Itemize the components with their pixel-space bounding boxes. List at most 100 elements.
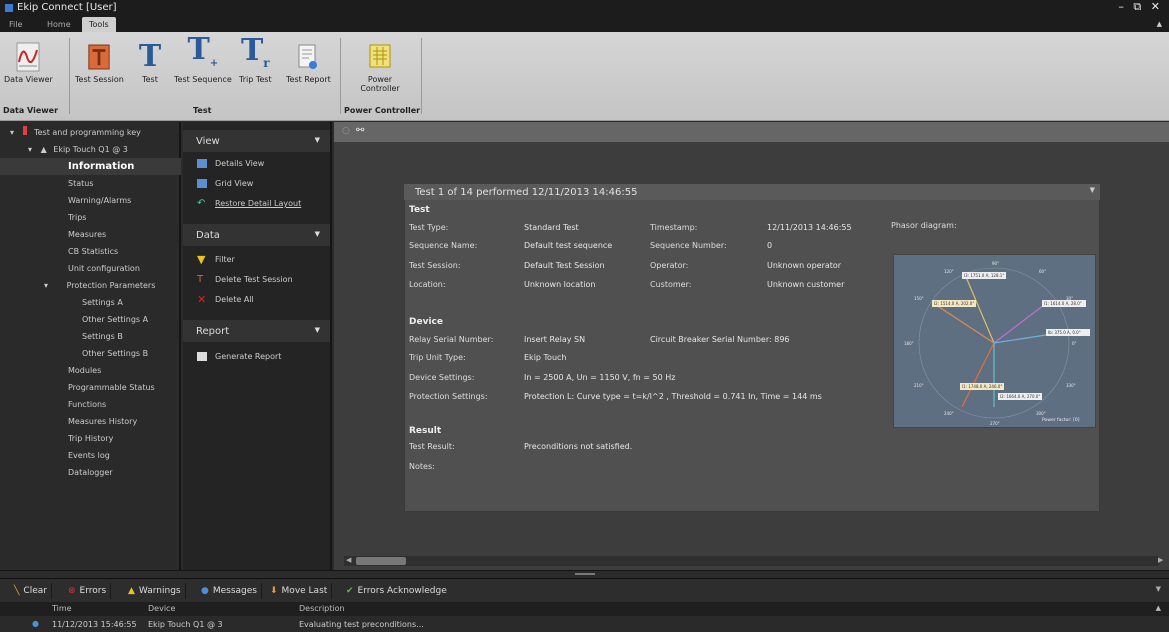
link-icon[interactable]: ⚯ [356, 125, 364, 136]
phasor-vector [965, 276, 995, 344]
ribbon-separator [421, 38, 422, 114]
tab-home[interactable]: Home [40, 17, 78, 32]
tree-item-settings-b[interactable]: Settings B [0, 328, 181, 345]
horizontal-scrollbar[interactable] [344, 556, 1159, 566]
error-icon: ⊗ [68, 586, 76, 596]
scrollbar-thumb[interactable] [356, 557, 406, 565]
trip-test-button[interactable]: Tr Trip Test [239, 33, 272, 85]
tree-item-functions[interactable]: Functions [0, 396, 181, 413]
angle-label: 90° [992, 261, 999, 266]
tab-file[interactable]: File [2, 17, 29, 32]
view-section-header[interactable]: View ▼ [183, 130, 330, 152]
tree-item-other-settings-b[interactable]: Other Settings B [0, 345, 181, 362]
phasor-diagram: 90° 120° 60° 150° 30° 180° 0° 210° 330° … [893, 254, 1096, 428]
scroll-left-icon[interactable]: ◀ [346, 556, 351, 564]
tree-item-trip-history[interactable]: Trip History [0, 430, 181, 447]
test-result-label: Test Result: [409, 442, 455, 451]
filter-button[interactable]: ▼ Filter [197, 253, 235, 266]
delete-test-session-button[interactable]: T Delete Test Session [197, 275, 293, 285]
location-value: Unknown location [524, 280, 596, 289]
trip-test-icon: Tr [240, 33, 270, 71]
card-menu-icon[interactable]: ▼ [1090, 186, 1095, 194]
report-section-header[interactable]: Report ▼ [183, 320, 330, 342]
toolbar-menu-icon[interactable]: ▼ [1156, 585, 1161, 593]
chevron-down-icon: ▼ [314, 326, 320, 334]
scroll-up-icon[interactable]: ▲ [1156, 604, 1161, 612]
grid-view-button[interactable]: Grid View [197, 179, 253, 188]
collapse-arrow-icon[interactable]: ▾ [10, 128, 14, 137]
test-session-value: Default Test Session [524, 261, 605, 270]
test-type-value: Standard Test [524, 223, 579, 232]
info-icon: ● [201, 586, 209, 596]
tree-item-other-settings-a[interactable]: Other Settings A [0, 311, 181, 328]
phasor-vector [993, 304, 1045, 344]
delete-all-button[interactable]: ✕ Delete All [197, 294, 254, 305]
collapse-arrow-icon[interactable]: ▾ [44, 281, 48, 290]
errors-acknowledge-button[interactable]: ✔ Errors Acknowledge [342, 583, 451, 599]
group-data-viewer: Data Viewer [3, 106, 59, 115]
tree-item-events-log[interactable]: Events log [0, 447, 181, 464]
report-icon [296, 42, 320, 72]
window-title: Ekip Connect [User] [17, 2, 117, 13]
angle-label: 330° [1066, 383, 1076, 388]
pin-icon[interactable]: ○ [342, 126, 350, 136]
messages-button[interactable]: ● Messages [197, 583, 262, 599]
tree-item-protection-parameters[interactable]: ▾ Protection Parameters [0, 277, 181, 294]
ribbon: Data Viewer Test Session T Test T+ Test … [0, 32, 1169, 121]
filter-icon: ▼ [197, 253, 206, 266]
key-icon [22, 126, 27, 135]
details-view-button[interactable]: Details View [197, 159, 264, 168]
column-description[interactable]: Description [299, 604, 345, 613]
warning-icon: ▲ [128, 586, 135, 596]
log-device: Ekip Touch Q1 @ 3 [148, 620, 223, 629]
move-last-button[interactable]: ⬇ Move Last [266, 583, 333, 599]
tree-device[interactable]: ▾ ▲ Ekip Touch Q1 @ 3 [0, 141, 181, 158]
vector-label: I3: 1751.0 A, 128.1° [964, 273, 1004, 278]
tree-item-warning-alarms[interactable]: Warning/Alarms [0, 192, 181, 209]
test-result-value: Preconditions not satisfied. [524, 442, 633, 451]
restore-layout-button[interactable]: ↶ Restore Detail Layout [197, 198, 301, 209]
log-splitter[interactable] [0, 570, 1169, 578]
test-sequence-button[interactable]: T+ Test Sequence [174, 35, 232, 85]
column-device[interactable]: Device [148, 604, 175, 613]
tree-item-programmable-status[interactable]: Programmable Status [0, 379, 181, 396]
tree-item-trips[interactable]: Trips [0, 209, 181, 226]
data-viewer-button[interactable]: Data Viewer [4, 42, 53, 84]
tree-item-status[interactable]: Status [0, 175, 181, 192]
tab-tools[interactable]: Tools [82, 17, 116, 32]
tree-item-information[interactable]: Information [0, 158, 181, 175]
protection-settings-value: Protection L: Curve type = t=k/I^2 , Thr… [524, 392, 822, 401]
generate-report-button[interactable]: Generate Report [197, 352, 281, 361]
clear-button[interactable]: ╲ Clear [10, 583, 52, 599]
test-button[interactable]: T Test [138, 42, 162, 85]
test-detail-header[interactable]: Test 1 of 14 performed 12/11/2013 14:46:… [404, 184, 1100, 200]
tree-item-datalogger[interactable]: Datalogger [0, 464, 181, 481]
ribbon-collapse-icon[interactable]: ▲ [1157, 20, 1162, 28]
column-time[interactable]: Time [52, 604, 72, 613]
test-report-button[interactable]: Test Report [286, 42, 331, 84]
power-controller-button[interactable]: Power Controller [355, 42, 405, 93]
errors-button[interactable]: ⊗ Errors [64, 583, 112, 599]
log-toolbar: ╲ Clear ⊗ Errors ▲ Warnings ● Messages ⬇ Move… [0, 578, 1169, 602]
tree-item-settings-a[interactable]: Settings A [0, 294, 181, 311]
tree-item-cb-statistics[interactable]: CB Statistics [0, 243, 181, 260]
tree-item-modules[interactable]: Modules [0, 362, 181, 379]
splitter-grip[interactable] [575, 573, 595, 575]
angle-label: 240° [944, 411, 954, 416]
collapse-arrow-icon[interactable]: ▾ [28, 145, 32, 154]
tree-root[interactable]: ▾ Test and programming key [0, 124, 181, 141]
details-view-icon [197, 159, 207, 168]
tree-item-measures-history[interactable]: Measures History [0, 413, 181, 430]
restore-icon: ↶ [197, 198, 206, 209]
report-icon [197, 352, 207, 361]
tree-item-measures[interactable]: Measures [0, 226, 181, 243]
test-session-button[interactable]: Test Session [75, 42, 124, 84]
window-controls[interactable]: – ⧉ ✕ [1118, 0, 1163, 14]
tree-item-unit-configuration[interactable]: Unit configuration [0, 260, 181, 277]
log-row[interactable]: ● 11/12/2013 15:46:55 Ekip Touch Q1 @ 3 … [0, 616, 1169, 632]
sequence-number-value: 0 [767, 241, 773, 250]
device-settings-label: Device Settings: [409, 373, 475, 382]
warnings-button[interactable]: ▲ Warnings [124, 583, 186, 599]
scroll-right-icon[interactable]: ▶ [1158, 556, 1163, 564]
data-section-header[interactable]: Data ▼ [183, 224, 330, 246]
